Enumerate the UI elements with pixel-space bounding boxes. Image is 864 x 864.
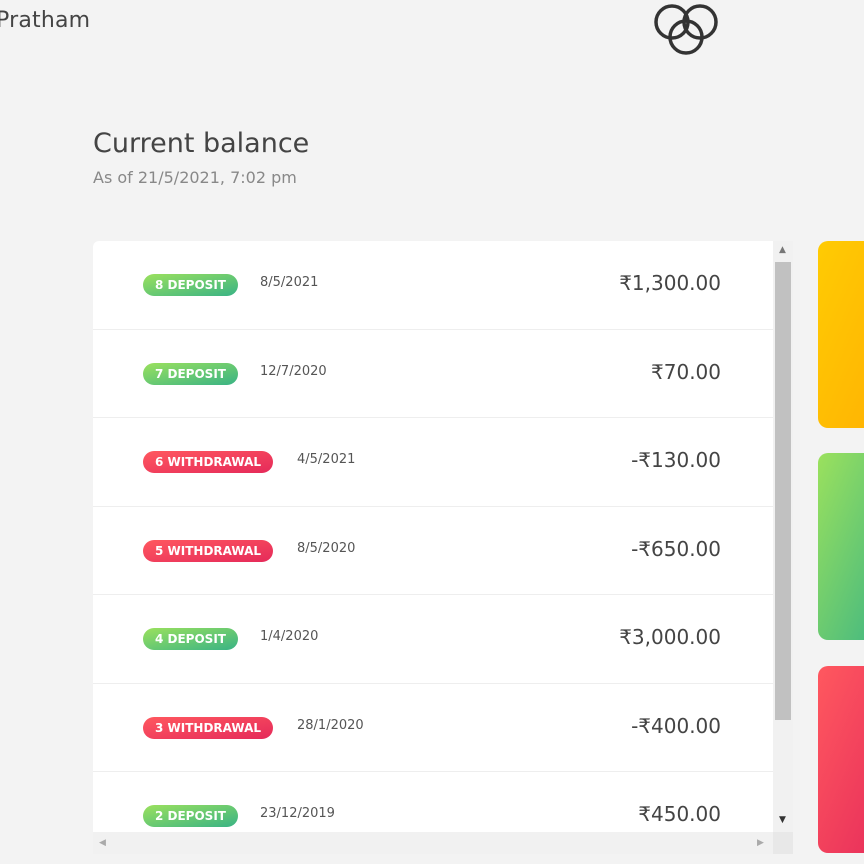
movement-date: 4/5/2021 xyxy=(297,452,356,467)
movement-value: ₹3,000.00 xyxy=(619,625,721,649)
movement-date: 23/12/2019 xyxy=(260,806,335,821)
horizontal-scrollbar[interactable]: ◀ ▶ xyxy=(93,832,773,854)
scroll-down-arrow-icon[interactable]: ▼ xyxy=(779,815,786,825)
movement-row: 8 DEPOSIT 8/5/2021 ₹1,300.00 xyxy=(93,241,773,330)
movement-date: 8/5/2021 xyxy=(260,275,319,290)
movement-row: 7 DEPOSIT 12/7/2020 ₹70.00 xyxy=(93,330,773,418)
movement-type-badge: 8 DEPOSIT xyxy=(143,274,238,296)
summary-card-interest xyxy=(818,666,864,853)
movement-type-badge: 3 WITHDRAWAL xyxy=(143,716,274,739)
movement-value: -₹650.00 xyxy=(631,536,721,561)
movement-value: ₹70.00 xyxy=(651,359,721,384)
scrollbar-thumb[interactable] xyxy=(775,262,791,720)
movement-value: -₹400.00 xyxy=(631,713,721,738)
bank-app-page: Pratham Current balance As of 21/5/2021,… xyxy=(0,0,864,864)
movement-type-badge: 2 DEPOSIT xyxy=(143,805,238,827)
vertical-scrollbar[interactable]: ▲ ▼ xyxy=(773,241,793,832)
movement-date: 28/1/2020 xyxy=(297,717,364,733)
movement-type-badge: 7 DEPOSIT xyxy=(143,362,238,385)
scroll-right-arrow-icon[interactable]: ▶ xyxy=(757,838,764,848)
movement-row: 4 DEPOSIT 1/4/2020 ₹3,000.00 xyxy=(93,595,773,684)
movement-type-badge: 5 WITHDRAWAL xyxy=(143,539,274,562)
movement-value: ₹450.00 xyxy=(638,802,721,826)
scroll-left-arrow-icon[interactable]: ◀ xyxy=(99,838,106,848)
movement-row: 6 WITHDRAWAL 4/5/2021 -₹130.00 xyxy=(93,418,773,507)
movement-value: -₹130.00 xyxy=(631,448,721,472)
scroll-up-arrow-icon[interactable]: ▲ xyxy=(779,245,786,255)
balance-date: As of 21/5/2021, 7:02 pm xyxy=(93,168,297,187)
summary-card-in xyxy=(818,241,864,428)
movement-date: 12/7/2020 xyxy=(260,363,327,379)
movement-type-badge: 6 WITHDRAWAL xyxy=(143,451,274,473)
summary-card-out xyxy=(818,453,864,640)
interlocking-circles-logo-icon xyxy=(654,4,718,55)
current-balance-label: Current balance xyxy=(93,128,310,159)
scrollbar-corner xyxy=(773,832,793,854)
movement-row: 3 WITHDRAWAL 28/1/2020 -₹400.00 xyxy=(93,684,773,772)
movements-rows: 8 DEPOSIT 8/5/2021 ₹1,300.00 7 DEPOSIT 12/7/… xyxy=(93,241,773,854)
movement-date: 8/5/2020 xyxy=(297,540,356,556)
movement-date: 1/4/2020 xyxy=(260,629,319,644)
movement-row: 5 WITHDRAWAL 8/5/2020 -₹650.00 xyxy=(93,507,773,595)
welcome-message: Pratham xyxy=(0,8,91,33)
movements-list[interactable]: 8 DEPOSIT 8/5/2021 ₹1,300.00 7 DEPOSIT 12/7/… xyxy=(93,241,793,854)
movement-type-badge: 4 DEPOSIT xyxy=(143,628,238,650)
movement-value: ₹1,300.00 xyxy=(619,271,721,295)
